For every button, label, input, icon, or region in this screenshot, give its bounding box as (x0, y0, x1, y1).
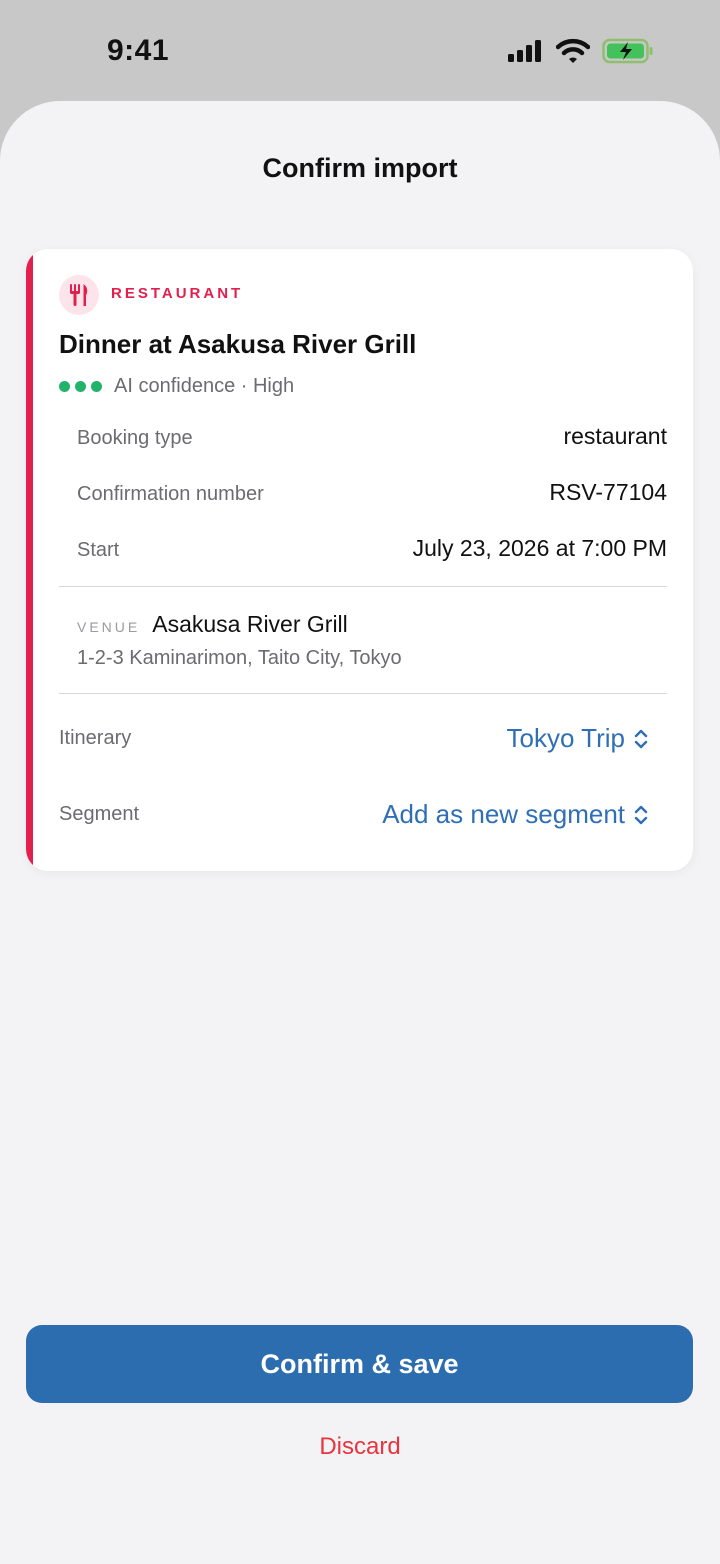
ai-confidence: AI confidence · High (59, 375, 294, 398)
detail-label: Start (77, 539, 120, 561)
detail-row-confirmation-number: Confirmation number RSV-77104 (77, 479, 667, 506)
wifi-icon (555, 38, 591, 69)
chevron-up-down-icon (633, 727, 649, 751)
itinerary-value: Tokyo Trip (506, 723, 626, 753)
divider (59, 586, 667, 587)
detail-row-start: Start July 23, 2026 at 7:00 PM (77, 535, 667, 562)
category-label: RESTAURANT (111, 285, 244, 302)
detail-label: Confirmation number (77, 483, 264, 505)
fork-knife-icon (59, 275, 99, 315)
status-icons (508, 38, 654, 69)
detail-label: Booking type (77, 427, 193, 449)
sheet-title: Confirm import (262, 153, 458, 183)
confidence-dot (75, 381, 86, 392)
segment-value: Add as new segment (382, 799, 625, 829)
detail-value: restaurant (563, 423, 667, 449)
segment-picker[interactable]: Add as new segment (382, 799, 649, 830)
confidence-dot (91, 381, 102, 392)
cellular-signal-icon (508, 39, 544, 68)
status-bar: 9:41 (0, 0, 720, 100)
segment-row: Segment Add as new segment (59, 799, 649, 830)
import-sheet: Confirm import RESTAURANT Dinner at Asak… (0, 101, 720, 1564)
screen: 9:41 Confirm import RESTAURANT Dinner at… (0, 0, 720, 1564)
booking-title: Dinner at Asakusa River Grill (59, 329, 417, 359)
detail-value: July 23, 2026 at 7:00 PM (412, 535, 667, 561)
segment-label: Segment (59, 803, 140, 825)
itinerary-picker[interactable]: Tokyo Trip (507, 723, 650, 754)
detail-value: RSV-77104 (549, 479, 667, 505)
confirm-save-button[interactable]: Confirm & save (26, 1325, 693, 1403)
detail-row-booking-type: Booking type restaurant (77, 423, 667, 450)
venue-name: Asakusa River Grill (152, 611, 348, 637)
discard-button[interactable]: Discard (0, 1433, 720, 1461)
itinerary-row: Itinerary Tokyo Trip (59, 723, 649, 754)
venue-tag: VENUE (77, 619, 141, 635)
venue-row: VENUE Asakusa River Grill (77, 611, 348, 638)
confidence-dot (59, 381, 70, 392)
booking-card: RESTAURANT Dinner at Asakusa River Grill… (26, 249, 693, 871)
battery-charging-icon (602, 38, 654, 69)
card-accent-bar (26, 249, 33, 871)
divider (59, 693, 667, 694)
venue-address: 1-2-3 Kaminarimon, Taito City, Tokyo (77, 647, 402, 669)
confidence-text: AI confidence · High (114, 375, 295, 397)
status-time: 9:41 (107, 34, 170, 67)
chevron-up-down-icon (633, 803, 649, 827)
itinerary-label: Itinerary (59, 727, 132, 749)
